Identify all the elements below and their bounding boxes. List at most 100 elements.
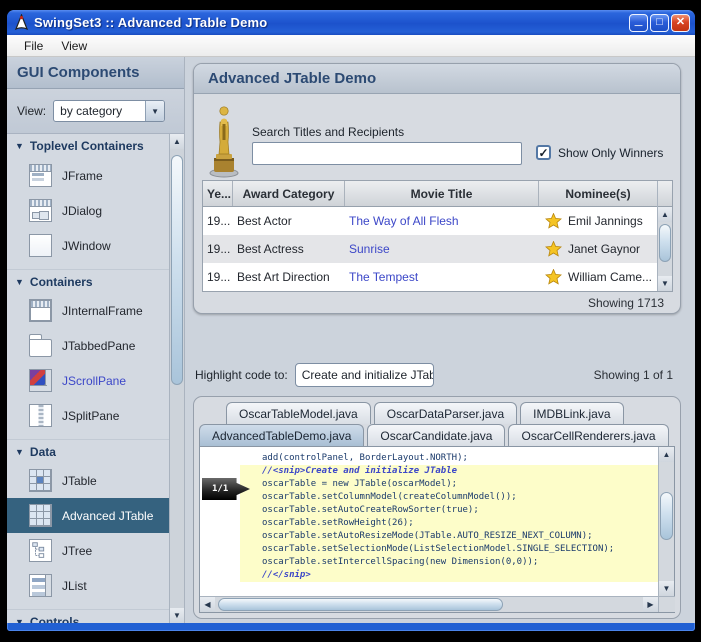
tab-imdblink[interactable]: IMDBLink.java — [520, 402, 623, 424]
scroll-down-icon[interactable]: ▼ — [658, 276, 672, 291]
h-scrollbar-track[interactable] — [215, 597, 643, 612]
sidebar-item-jlist[interactable]: JList — [7, 568, 169, 603]
java-duke-icon — [14, 14, 29, 31]
menu-bar: File View — [7, 35, 695, 57]
code-vertical-scrollbar[interactable]: ▲ ▼ — [658, 447, 674, 612]
highlight-combobox-value: Create and initialize JTable — [296, 368, 434, 382]
jtree-icon — [29, 539, 52, 562]
demo-title: Advanced JTable Demo — [208, 70, 376, 87]
code-line: //</snip> — [240, 569, 658, 582]
sidebar-item-jwindow[interactable]: JWindow — [7, 228, 169, 263]
tab-oscartablemodel[interactable]: OscarTableModel.java — [226, 402, 371, 424]
sidebar-item-advanced-jtable[interactable]: Advanced JTable — [7, 498, 169, 533]
advanced-jtable-icon — [29, 504, 52, 527]
code-tabs-row-2: AdvancedTableDemo.java OscarCandidate.ja… — [199, 424, 669, 446]
winners-label: Show Only Winners — [558, 146, 663, 160]
highlight-code-row: Highlight code to: Create and initialize… — [195, 363, 677, 387]
demo-panel: Advanced JTable Demo Search Titles and R… — [193, 63, 681, 314]
sidebar-item-jframe[interactable]: JFrame — [7, 158, 169, 193]
minimize-button[interactable]: ─ — [629, 14, 648, 32]
section-expanded-icon[interactable]: ▼ — [15, 141, 24, 151]
tab-oscarcandidate[interactable]: OscarCandidate.java — [367, 424, 505, 446]
menu-view[interactable]: View — [52, 37, 96, 55]
section-expanded-icon[interactable]: ▼ — [15, 277, 24, 287]
movie-link[interactable]: The Way of All Flesh — [345, 207, 539, 235]
title-bar[interactable]: SwingSet3 :: Advanced JTable Demo ─ □ ✕ — [7, 10, 695, 35]
jframe-icon — [29, 164, 52, 187]
jdialog-icon — [29, 199, 52, 222]
code-line: oscarTable.setAutoResizeMode(JTable.AUTO… — [240, 530, 658, 543]
maximize-button[interactable]: □ — [650, 14, 669, 32]
table-scrollbar-thumb[interactable] — [659, 224, 671, 262]
table-row[interactable]: 19... Best Actress Sunrise Janet Gaynor — [203, 235, 657, 263]
section-containers[interactable]: ▼ Containers — [7, 269, 169, 293]
sidebar-item-jtree[interactable]: JTree — [7, 533, 169, 568]
scroll-up-icon[interactable]: ▲ — [170, 134, 184, 149]
section-expanded-icon[interactable]: ▼ — [15, 447, 24, 457]
winner-star-icon — [545, 213, 562, 229]
table-row[interactable]: 19... Best Art Direction The Tempest Wil… — [203, 263, 657, 291]
code-line: oscarTable.setColumnModel(createColumnMo… — [240, 491, 658, 504]
scroll-down-icon[interactable]: ▼ — [659, 581, 674, 596]
tab-oscardataparser[interactable]: OscarDataParser.java — [374, 402, 517, 424]
sidebar-scrollbar[interactable]: ▲ ▼ — [169, 134, 184, 623]
table-scrollbar[interactable]: ▲ ▼ — [657, 181, 672, 291]
code-viewer: add(controlPanel, BorderLayout.NORTH); /… — [199, 446, 675, 613]
movie-link[interactable]: The Tempest — [345, 263, 539, 291]
tab-oscarcellrenderers[interactable]: OscarCellRenderers.java — [508, 424, 668, 446]
winners-checkbox[interactable]: ✓ — [536, 145, 551, 160]
h-scrollbar-thumb[interactable] — [218, 598, 503, 611]
close-button[interactable]: ✕ — [671, 14, 690, 32]
sidebar-header: GUI Components — [7, 57, 184, 89]
code-line: oscarTable.setIntercellSpacing(new Dimen… — [240, 556, 658, 569]
column-header-nominees[interactable]: Nominee(s) — [539, 181, 657, 206]
table-status: Showing 1713 — [588, 296, 664, 310]
scroll-left-icon[interactable]: ◀ — [200, 597, 215, 612]
scroll-up-icon[interactable]: ▲ — [659, 447, 674, 462]
code-area[interactable]: add(controlPanel, BorderLayout.NORTH); /… — [200, 447, 658, 596]
scroll-down-icon[interactable]: ▼ — [170, 608, 184, 623]
section-expanded-icon[interactable]: ▼ — [15, 617, 24, 624]
column-header-movie-title[interactable]: Movie Title — [345, 181, 539, 206]
table-row[interactable]: 19... Best Actor The Way of All Flesh Em… — [203, 207, 657, 235]
component-tree: ▼ Toplevel Containers JFrame JDialog JWi… — [7, 134, 169, 623]
scroll-right-icon[interactable]: ▶ — [643, 597, 658, 612]
snippet-status: Showing 1 of 1 — [594, 368, 673, 382]
search-input[interactable] — [252, 142, 522, 165]
scroll-up-icon[interactable]: ▲ — [658, 207, 672, 222]
sidebar-item-jtable[interactable]: JTable — [7, 463, 169, 498]
column-header-award-category[interactable]: Award Category — [233, 181, 345, 206]
section-toplevel-containers[interactable]: ▼ Toplevel Containers — [7, 134, 169, 158]
window-title: SwingSet3 :: Advanced JTable Demo — [34, 15, 627, 30]
show-only-winners[interactable]: ✓ Show Only Winners — [536, 145, 663, 160]
v-scrollbar-thumb[interactable] — [660, 492, 673, 540]
tab-advancedtabledemo[interactable]: AdvancedTableDemo.java — [199, 424, 364, 446]
highlight-label: Highlight code to: — [195, 368, 288, 382]
section-data[interactable]: ▼ Data — [7, 439, 169, 463]
view-combobox-value: by category — [54, 104, 145, 118]
highlight-combobox[interactable]: Create and initialize JTable ▼ — [295, 363, 434, 387]
chevron-down-icon[interactable]: ▼ — [145, 101, 164, 121]
sidebar-scrollbar-thumb[interactable] — [171, 155, 183, 385]
jsplitpane-icon — [29, 404, 52, 427]
view-combobox[interactable]: by category ▼ — [53, 100, 165, 122]
code-line: oscarTable.setAutoCreateRowSorter(true); — [240, 504, 658, 517]
sidebar-item-jscrollpane[interactable]: JScrollPane — [7, 363, 169, 398]
sidebar-item-jdialog[interactable]: JDialog — [7, 193, 169, 228]
movie-link[interactable]: Sunrise — [345, 235, 539, 263]
section-controls[interactable]: ▼ Controls — [7, 609, 169, 623]
v-scrollbar-track[interactable] — [659, 462, 674, 581]
sidebar-title: GUI Components — [17, 64, 140, 81]
column-header-year[interactable]: Ye... — [203, 181, 233, 206]
jscrollpane-icon — [29, 369, 52, 392]
code-horizontal-scrollbar[interactable]: ◀ ▶ — [200, 596, 658, 612]
code-line: add(controlPanel, BorderLayout.NORTH); — [200, 452, 658, 465]
sidebar-item-jinternalframe[interactable]: JInternalFrame — [7, 293, 169, 328]
sidebar-scrollbar-track[interactable] — [170, 149, 184, 608]
menu-file[interactable]: File — [15, 37, 52, 55]
jinternalframe-icon — [29, 299, 52, 322]
sidebar-item-jtabbedpane[interactable]: JTabbedPane — [7, 328, 169, 363]
app-window: SwingSet3 :: Advanced JTable Demo ─ □ ✕ … — [7, 10, 695, 631]
table-scrollbar-track[interactable] — [658, 222, 672, 276]
sidebar-item-jsplitpane[interactable]: JSplitPane — [7, 398, 169, 433]
